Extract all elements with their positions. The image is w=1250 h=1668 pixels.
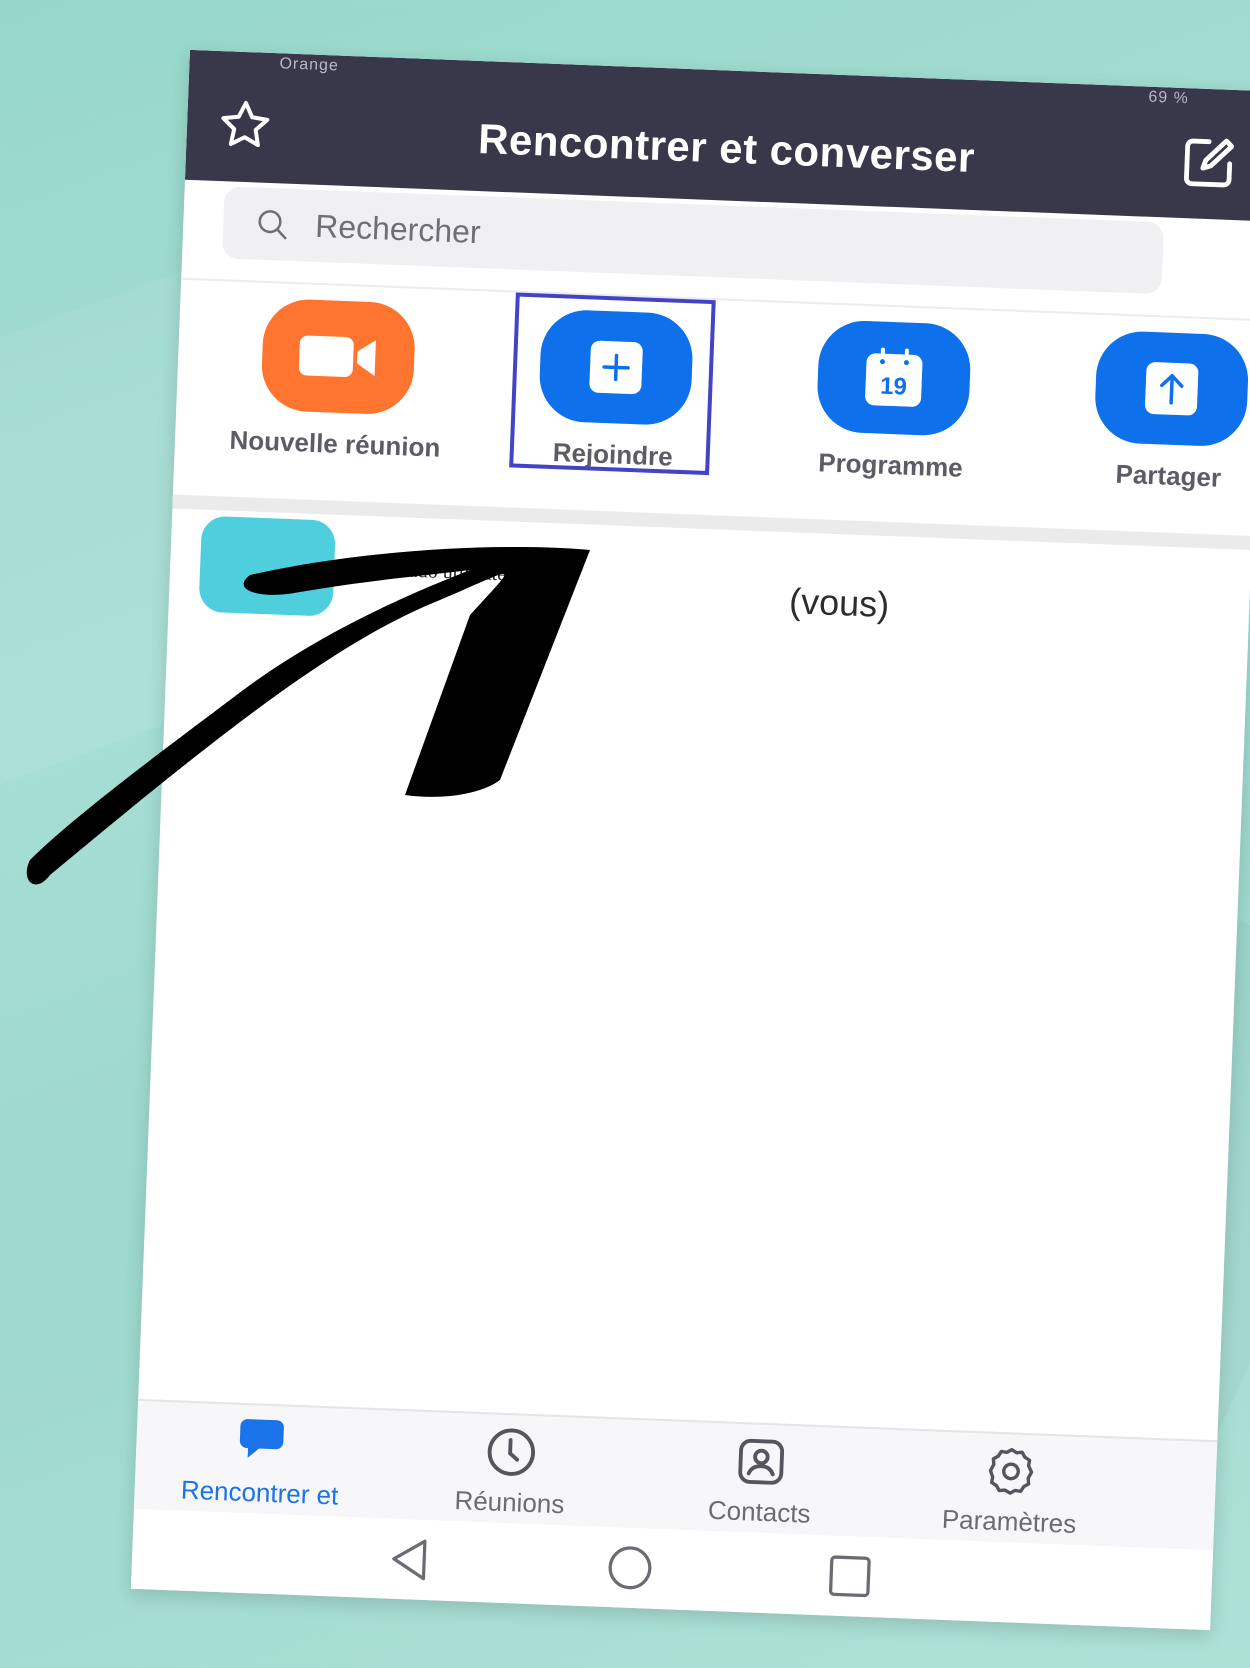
recents-icon[interactable] [821,1547,879,1605]
back-icon[interactable] [381,1530,439,1588]
video-camera-icon [298,335,376,378]
nav-label: Contacts [707,1494,812,1529]
nav-label: Paramètres [941,1503,1077,1539]
share-action[interactable]: Partager [1046,328,1250,537]
new-meeting-button[interactable] [260,297,417,416]
schedule-button[interactable]: 19 [815,319,972,437]
chat-bubble-icon [239,1419,284,1458]
phone-screen: Orange 69 % Rencontrer et converser Rech… [130,49,1250,1631]
avatar [198,515,336,617]
contact-you-suffix: (vous) [788,580,890,626]
nav-item-settings[interactable]: Paramètres [884,1438,1137,1543]
status-bar: Orange 69 % [189,50,1250,113]
calendar-day: 19 [880,373,908,401]
page-title: Rencontrer et converser [477,114,976,182]
nav-item-meet-chat[interactable]: Rencontrer et [134,1409,387,1514]
share-upload-icon [1145,362,1199,416]
search-icon [258,210,287,240]
contact-card-icon [738,1438,785,1485]
nav-item-contacts[interactable]: Contacts [634,1428,887,1533]
calendar-icon: 19 [865,347,923,407]
schedule-action[interactable]: 19 Programme [768,318,1016,527]
share-button[interactable] [1093,329,1250,448]
share-label: Partager [1115,458,1222,493]
nav-label: Réunions [453,1485,565,1520]
nav-item-meetings[interactable]: Réunions [384,1418,637,1523]
gear-icon [988,1447,1034,1495]
compose-icon[interactable] [1175,130,1241,196]
new-meeting-label: Nouvelle réunion [228,424,441,463]
new-meeting-action[interactable]: Nouvelle réunion [213,296,461,505]
nav-label: Rencontrer et [180,1474,339,1511]
carrier-label: Orange [279,55,340,75]
battery-label: 69 % [1148,88,1190,108]
schedule-label: Programme [817,447,964,483]
search-placeholder: Rechercher [314,207,482,250]
contact-name: Pseudo utilisateur [379,558,524,586]
join-highlight-box [509,292,716,476]
clock-icon [487,1428,536,1476]
home-icon[interactable] [601,1539,659,1597]
